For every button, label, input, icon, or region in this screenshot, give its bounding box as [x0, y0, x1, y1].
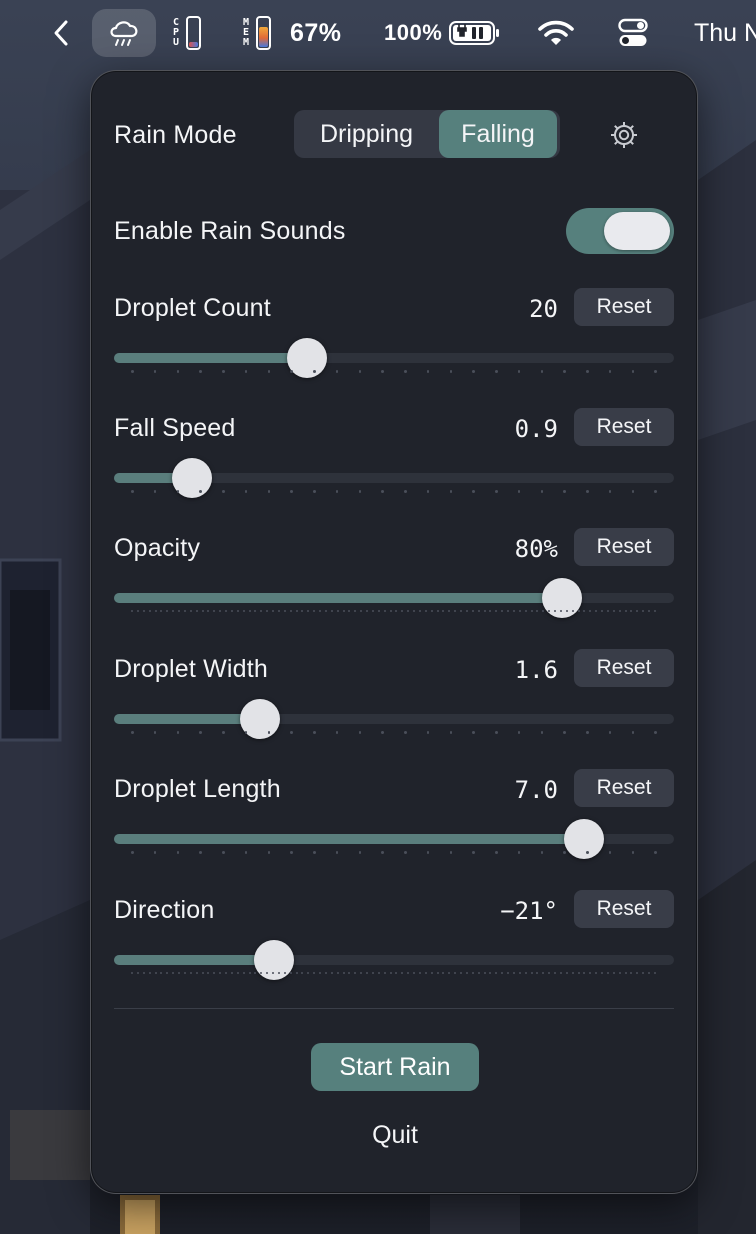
rain-mode-label: Rain Mode — [114, 121, 237, 149]
slider-track[interactable] — [114, 699, 674, 739]
slider-label: Droplet Count — [114, 294, 271, 322]
toggle-knob — [604, 212, 670, 250]
slider-value: 7.0 — [514, 776, 558, 804]
slider-tick-marks — [131, 490, 657, 494]
reset-button[interactable]: Reset — [574, 769, 674, 807]
chevron-left-icon[interactable] — [52, 0, 74, 66]
slider-value: 1.6 — [514, 656, 558, 684]
slider-value: −21° — [500, 897, 558, 925]
slider-tick-marks — [131, 370, 657, 374]
memory-meter[interactable]: MEM — [240, 0, 284, 66]
slider-label: Droplet Length — [114, 775, 281, 803]
slider-fill — [114, 353, 308, 363]
memory-percent[interactable]: 67% — [290, 0, 342, 66]
battery-charging-icon[interactable] — [448, 0, 502, 66]
slider-value: 0.9 — [514, 415, 558, 443]
rain-cloud-icon — [110, 21, 138, 46]
slider-track[interactable] — [114, 940, 674, 980]
slider-tick-marks — [131, 972, 657, 976]
rain-mode-segmented-control[interactable]: Dripping Falling — [294, 110, 560, 158]
gear-icon[interactable] — [608, 119, 640, 151]
memory-level-bar — [256, 16, 271, 50]
reset-button[interactable]: Reset — [574, 890, 674, 928]
reset-button[interactable]: Reset — [574, 528, 674, 566]
slider-value: 80% — [514, 535, 558, 563]
slider-tick-marks — [131, 731, 657, 735]
mode-option-dripping[interactable]: Dripping — [294, 110, 439, 158]
quit-button[interactable]: Quit — [345, 1121, 445, 1150]
slider-track[interactable] — [114, 458, 674, 498]
cpu-label: CPU — [172, 17, 180, 48]
menu-bar-clock[interactable]: Thu N — [694, 0, 756, 66]
mem-label: MEM — [242, 17, 250, 48]
enable-sounds-toggle[interactable] — [566, 208, 674, 254]
slider-label: Opacity — [114, 534, 201, 562]
reset-button[interactable]: Reset — [574, 649, 674, 687]
control-center-icon[interactable] — [618, 0, 652, 66]
slider-fill — [114, 593, 562, 603]
mode-option-falling[interactable]: Falling — [439, 110, 557, 158]
slider-label: Droplet Width — [114, 655, 269, 683]
start-rain-button[interactable]: Start Rain — [311, 1043, 479, 1091]
battery-percent[interactable]: 100% — [384, 0, 442, 66]
slider-track[interactable] — [114, 338, 674, 378]
enable-sounds-label: Enable Rain Sounds — [114, 217, 346, 245]
slider-fill — [114, 834, 585, 844]
menu-bar: CPU MEM 67% 100% Thu N — [0, 0, 756, 66]
slider-track[interactable] — [114, 578, 674, 618]
slider-fill — [114, 714, 260, 724]
cpu-level-bar — [186, 16, 201, 50]
wifi-icon[interactable] — [537, 0, 577, 66]
slider-fill — [114, 955, 274, 965]
reset-button[interactable]: Reset — [574, 408, 674, 446]
rain-app-menu-item[interactable] — [92, 0, 156, 66]
divider — [114, 1008, 674, 1009]
slider-label: Direction — [114, 896, 215, 924]
slider-tick-marks — [131, 851, 657, 855]
rain-settings-popover: Rain Mode Dripping Falling Enable Rain S… — [90, 70, 698, 1194]
slider-track[interactable] — [114, 819, 674, 859]
slider-value: 20 — [529, 295, 558, 323]
slider-tick-marks — [131, 610, 657, 614]
slider-label: Fall Speed — [114, 414, 236, 442]
reset-button[interactable]: Reset — [574, 288, 674, 326]
cpu-meter[interactable]: CPU — [170, 0, 214, 66]
